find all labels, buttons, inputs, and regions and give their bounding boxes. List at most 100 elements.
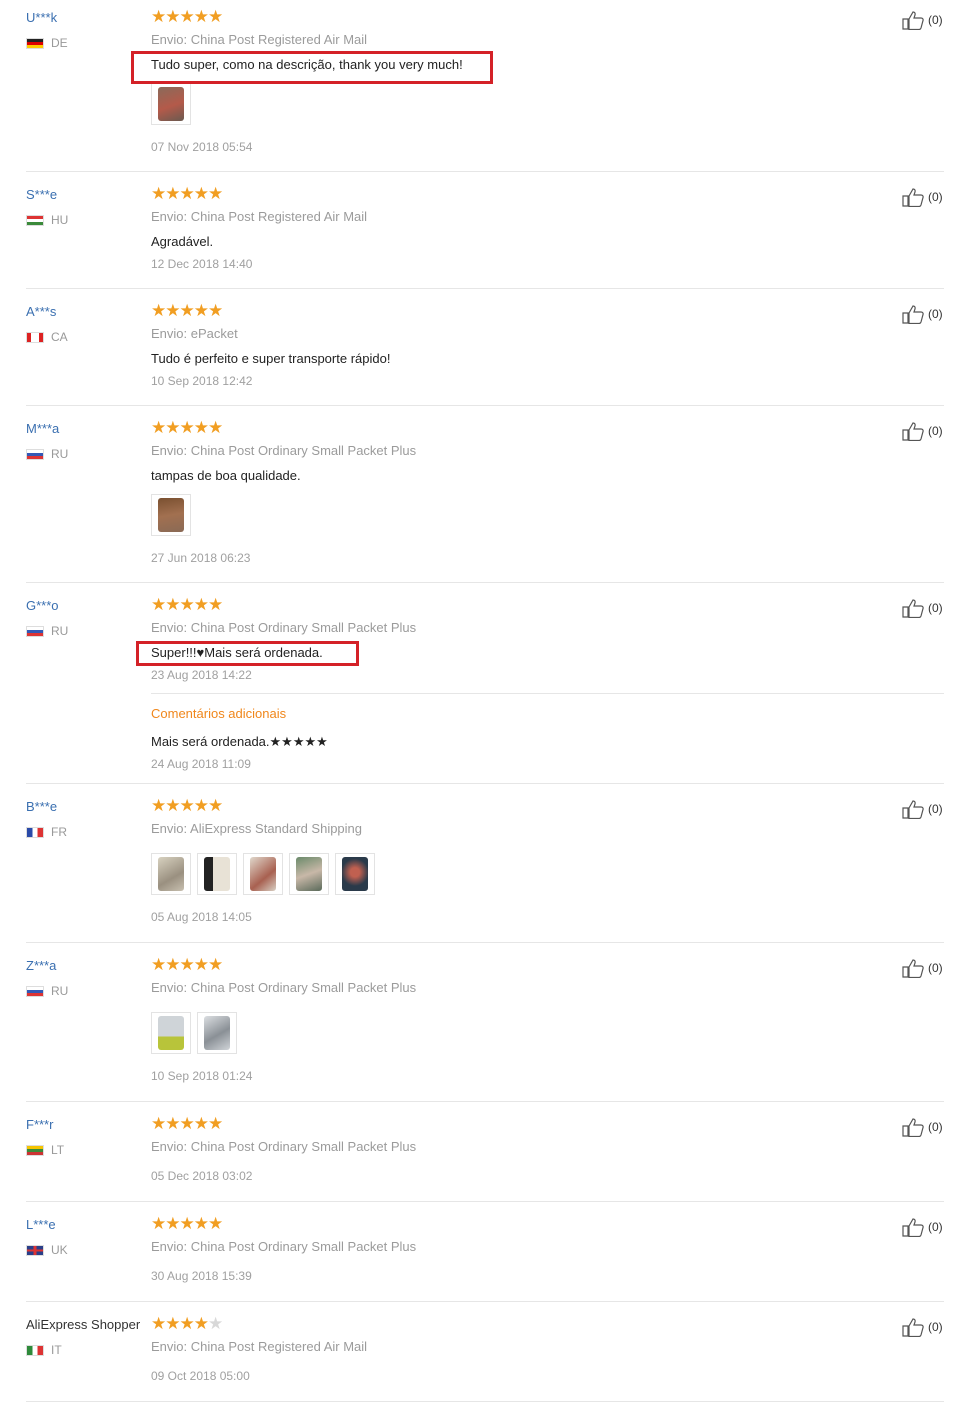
reviewer-country: DE (26, 36, 68, 50)
divider (26, 783, 944, 784)
reviewer-name[interactable]: A***s (26, 304, 56, 319)
review-photo[interactable] (197, 853, 237, 895)
highlight-box (131, 51, 493, 84)
review-photos (151, 853, 375, 895)
shipping-method: Envio: China Post Ordinary Small Packet … (151, 443, 417, 458)
divider (26, 171, 944, 172)
review-photos (151, 494, 191, 536)
review-date: 27 Jun 2018 06:23 (151, 551, 251, 565)
flag-ru-icon (26, 625, 44, 637)
review-date: 07 Nov 2018 05:54 (151, 140, 253, 154)
helpful-button[interactable]: (0) (902, 1217, 943, 1237)
rating-stars: ★★★★★ (151, 418, 223, 437)
review-date: 09 Oct 2018 05:00 (151, 1369, 250, 1383)
flag-ru-icon (26, 985, 44, 997)
flag-fr-icon (26, 826, 44, 838)
reviewer-name[interactable]: M***a (26, 421, 59, 436)
flag-it-icon (26, 1344, 44, 1356)
rating-stars: ★★★★★ (151, 1314, 223, 1333)
reviewer-country: IT (26, 1343, 62, 1357)
review-date: 05 Aug 2018 14:05 (151, 910, 252, 924)
helpful-button[interactable]: (0) (902, 799, 943, 819)
review-text: tampas de boa qualidade. (151, 468, 301, 483)
review-date: 23 Aug 2018 14:22 (151, 668, 252, 682)
flag-de-icon (26, 37, 44, 49)
shipping-method: Envio: China Post Ordinary Small Packet … (151, 620, 417, 635)
review-photo[interactable] (289, 853, 329, 895)
helpful-button[interactable]: (0) (902, 958, 943, 978)
review-date: 12 Dec 2018 14:40 (151, 257, 253, 271)
rating-stars: ★★★★★ (151, 796, 223, 815)
review-photo[interactable] (335, 853, 375, 895)
shipping-method: Envio: China Post Registered Air Mail (151, 32, 368, 47)
thumbs-up-icon (902, 305, 924, 324)
reviewer-name[interactable]: G***o (26, 598, 59, 613)
shipping-method: Envio: ePacket (151, 326, 238, 341)
rating-stars: ★★★★★ (151, 1214, 223, 1233)
helpful-button[interactable]: (0) (902, 10, 943, 30)
reviewer-name[interactable]: U***k (26, 10, 57, 25)
flag-lt-icon (26, 1144, 44, 1156)
reviewer-country: UK (26, 1243, 68, 1257)
reviewer-country: RU (26, 447, 68, 461)
divider (26, 1401, 944, 1402)
flag-ru-icon (26, 448, 44, 460)
shipping-method: Envio: China Post Registered Air Mail (151, 209, 368, 224)
rating-stars: ★★★★★ (151, 184, 223, 203)
helpful-button[interactable]: (0) (902, 1317, 943, 1337)
review-date: 30 Aug 2018 15:39 (151, 1269, 252, 1283)
highlight-box (136, 641, 359, 666)
review-date: 10 Sep 2018 01:24 (151, 1069, 253, 1083)
rating-stars: ★★★★★ (151, 595, 223, 614)
thumbs-up-icon (902, 1218, 924, 1237)
review-photo[interactable] (151, 494, 191, 536)
reviewer-name[interactable]: Z***a (26, 958, 56, 973)
review-photo[interactable] (243, 853, 283, 895)
additional-divider (151, 693, 944, 694)
thumbs-up-icon (902, 1318, 924, 1337)
flag-uk-icon (26, 1244, 44, 1256)
helpful-button[interactable]: (0) (902, 187, 943, 207)
additional-review-date: 24 Aug 2018 11:09 (151, 757, 251, 771)
shipping-method: Envio: China Post Registered Air Mail (151, 1339, 368, 1354)
reviewer-name[interactable]: B***e (26, 799, 57, 814)
review-date: 10 Sep 2018 12:42 (151, 374, 253, 388)
reviewer-country: RU (26, 624, 68, 638)
additional-review-text: Mais será ordenada.★★★★★ (151, 734, 328, 749)
helpful-button[interactable]: (0) (902, 1117, 943, 1137)
reviewer-country: LT (26, 1143, 64, 1157)
helpful-button[interactable]: (0) (902, 304, 943, 324)
helpful-button[interactable]: (0) (902, 598, 943, 618)
review-photo[interactable] (151, 1012, 191, 1054)
flag-ca-icon (26, 331, 44, 343)
review-photos (151, 1012, 237, 1054)
review-date: 05 Dec 2018 03:02 (151, 1169, 253, 1183)
thumbs-up-icon (902, 599, 924, 618)
thumbs-up-icon (902, 959, 924, 978)
thumbs-up-icon (902, 422, 924, 441)
review-photo[interactable] (197, 1012, 237, 1054)
review-photo[interactable] (151, 83, 191, 125)
shipping-method: Envio: China Post Ordinary Small Packet … (151, 1139, 417, 1154)
reviewer-name[interactable]: L***e (26, 1217, 56, 1232)
rating-stars: ★★★★★ (151, 301, 223, 320)
divider (26, 1301, 944, 1302)
reviewer-name[interactable]: S***e (26, 187, 57, 202)
rating-stars: ★★★★★ (151, 7, 223, 26)
divider (26, 582, 944, 583)
reviewer-name: AliExpress Shopper (26, 1317, 141, 1332)
flag-hu-icon (26, 214, 44, 226)
divider (26, 288, 944, 289)
reviewer-name[interactable]: F***r (26, 1117, 53, 1132)
reviewer-country: RU (26, 984, 68, 998)
thumbs-up-icon (902, 188, 924, 207)
shipping-method: Envio: China Post Ordinary Small Packet … (151, 1239, 417, 1254)
divider (26, 1201, 944, 1202)
rating-stars: ★★★★★ (151, 955, 223, 974)
reviewer-country: HU (26, 213, 68, 227)
review-photos (151, 83, 191, 125)
review-photo[interactable] (151, 853, 191, 895)
helpful-button[interactable]: (0) (902, 421, 943, 441)
review-text: Agradável. (151, 234, 214, 249)
divider (26, 942, 944, 943)
